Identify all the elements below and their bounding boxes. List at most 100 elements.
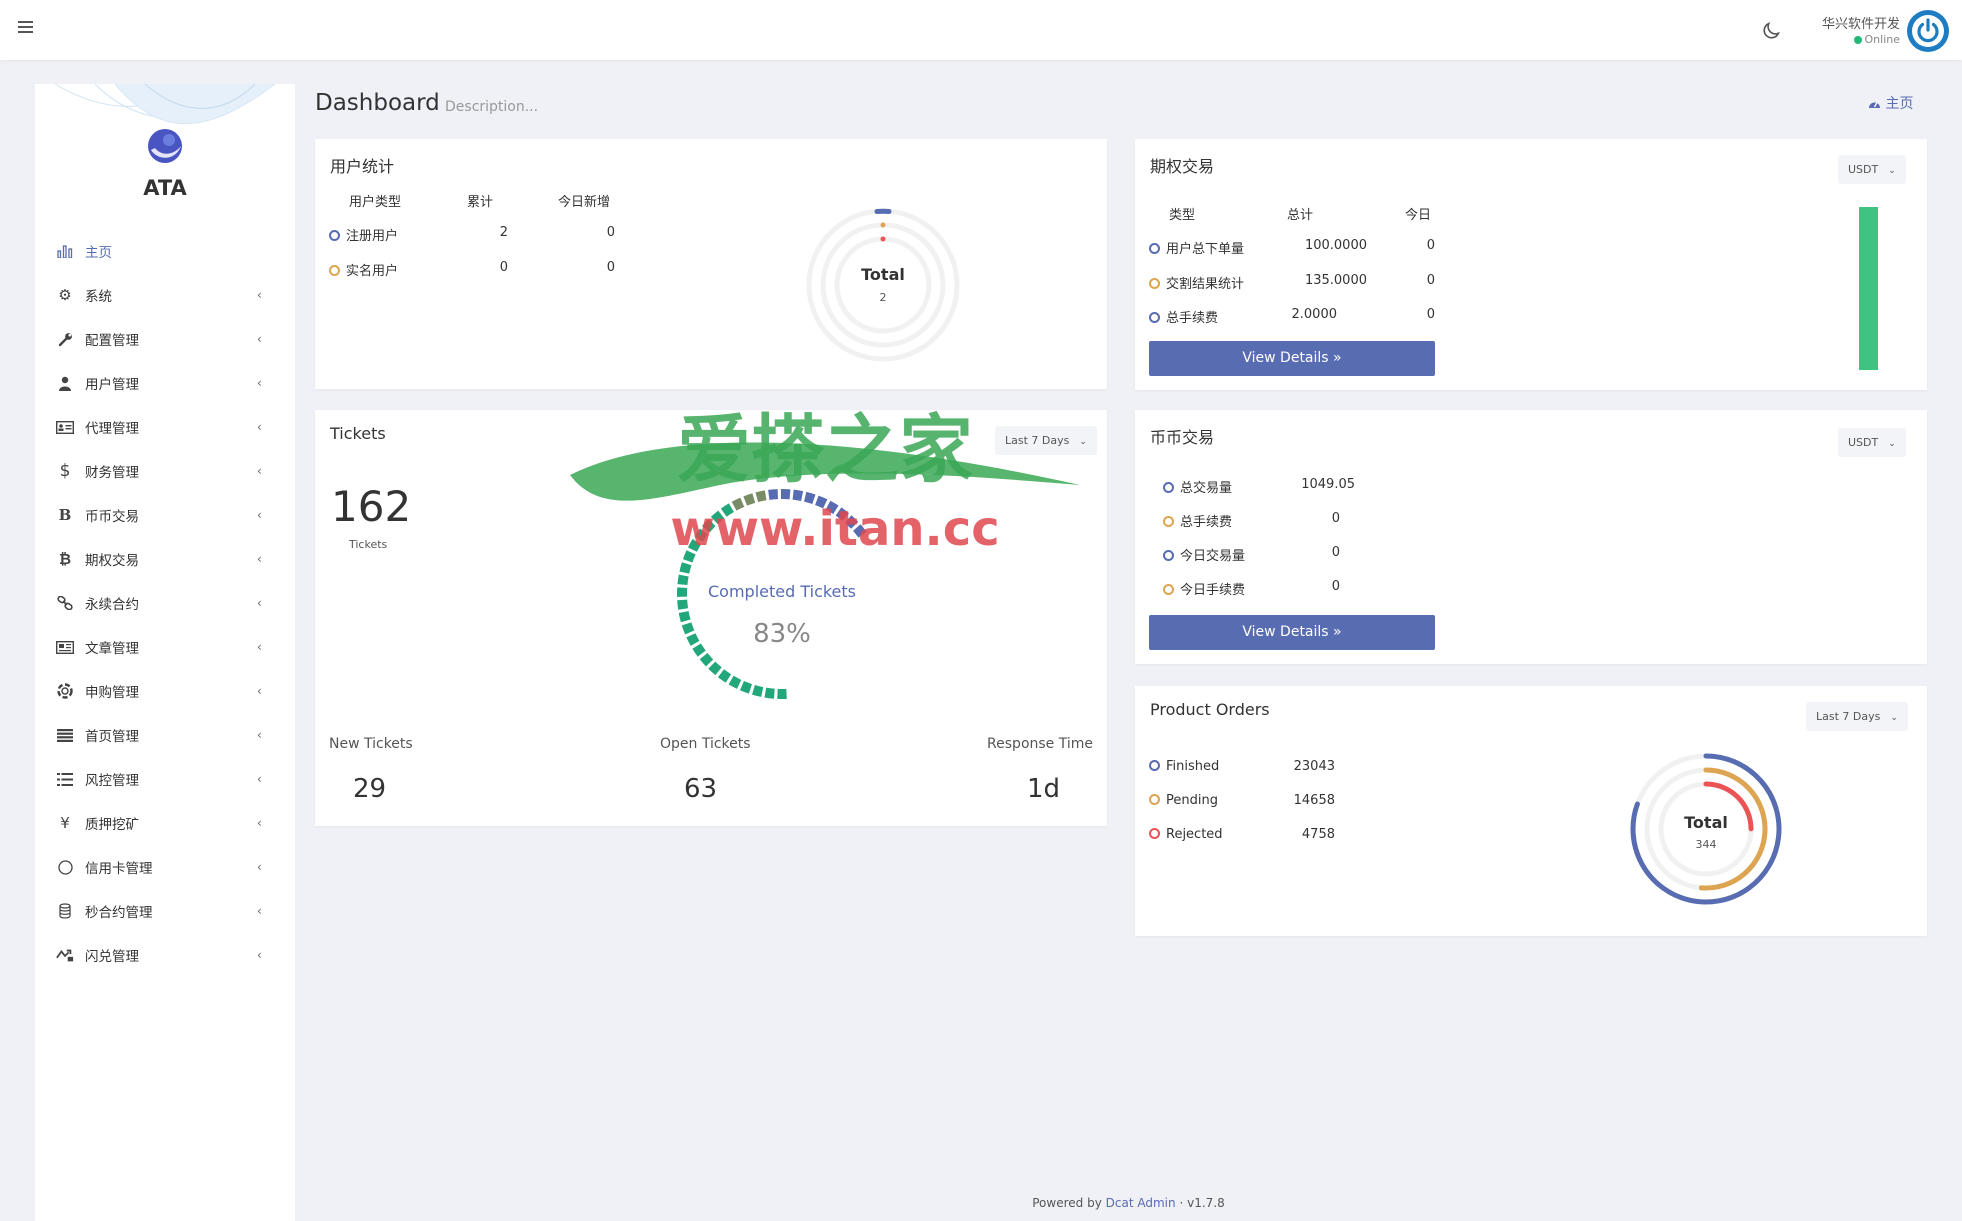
sidebar-item-coin-trading[interactable]: B 币币交易 ‹ — [35, 493, 295, 537]
column-header: 用户类型 — [349, 195, 402, 210]
gauge-segment — [682, 550, 696, 563]
dollar-icon: $ — [59, 461, 71, 481]
donut-label: Total — [1684, 813, 1728, 832]
sidebar-item-users[interactable]: 用户管理 ‹ — [35, 361, 295, 405]
row-type: 总交易量 — [1180, 481, 1233, 496]
footer-link[interactable]: Dcat Admin — [1106, 1196, 1176, 1210]
yen-icon: ¥ — [60, 814, 70, 832]
legend-ring-icon — [1149, 794, 1160, 805]
bar-chart-icon — [56, 242, 74, 260]
gauge-segment — [720, 503, 734, 517]
legend-ring-icon — [329, 230, 340, 241]
user-icon — [56, 374, 74, 392]
gauge-segment — [677, 599, 689, 610]
sidebar-item-system[interactable]: ⚙ 系统 ‹ — [35, 273, 295, 317]
row-type: 总手续费 — [1180, 515, 1233, 530]
sidebar-item-risk-control[interactable]: 风控管理 ‹ — [35, 757, 295, 801]
product-orders-card: Product Orders Last 7 Days ⌄ Finished 230… — [1135, 686, 1927, 936]
row-type: 实名用户 — [346, 264, 399, 279]
stat-label: Response Time — [987, 736, 1093, 752]
sidebar-item-agents[interactable]: 代理管理 ‹ — [35, 405, 295, 449]
legend-ring-icon — [329, 265, 340, 276]
gauge-segment — [731, 497, 745, 511]
period-select[interactable]: Last 7 Days ⌄ — [995, 426, 1097, 455]
sidebar-item-home[interactable]: 主页 — [35, 229, 295, 273]
sidebar-item-homepage[interactable]: 首页管理 ‹ — [35, 713, 295, 757]
legend-ring-icon — [1163, 550, 1174, 561]
sidebar-item-staking[interactable]: ¥ 质押挖矿 ‹ — [35, 801, 295, 845]
table-cell: 0 — [606, 260, 615, 275]
card-title: 币币交易 — [1150, 428, 1215, 447]
stat-label: New Tickets — [329, 736, 413, 752]
table-cell: 23043 — [1293, 759, 1335, 774]
currency-select-value: USDT — [1848, 436, 1879, 449]
currency-select[interactable]: USDT ⌄ — [1838, 155, 1906, 184]
sidebar-item-options-trading[interactable]: ₿ 期权交易 ‹ — [35, 537, 295, 581]
view-details-button[interactable]: View Details » — [1149, 615, 1435, 650]
user-stats-card: 用户统计 用户类型 累计 今日新增 注册用户 2 0 实名用户 0 0 Tota… — [315, 139, 1107, 389]
table-cell: 0 — [1331, 511, 1340, 526]
chevron-left-icon: ‹ — [257, 640, 262, 654]
user-status-text: Online — [1864, 33, 1900, 46]
legend-ring-icon — [1163, 482, 1174, 493]
chevron-down-icon: ⌄ — [1888, 166, 1896, 176]
chevron-left-icon: ‹ — [257, 420, 262, 434]
row-type: 注册用户 — [346, 229, 399, 244]
column-header: 总计 — [1287, 208, 1314, 223]
sidebar-item-config[interactable]: 配置管理 ‹ — [35, 317, 295, 361]
sidebar-item-label: 永续合约 — [85, 597, 139, 613]
table-row-label: 交割结果统计 — [1149, 273, 1244, 292]
sidebar-item-credit-card[interactable]: 信用卡管理 ‹ — [35, 845, 295, 889]
table-row-label: 实名用户 — [329, 260, 398, 279]
chevron-left-icon: ‹ — [257, 904, 262, 918]
gauge-segment — [792, 489, 804, 501]
sidebar-item-articles[interactable]: 文章管理 ‹ — [35, 625, 295, 669]
gear-icon: ⚙ — [58, 286, 72, 304]
footer-separator: · — [1179, 1196, 1184, 1210]
table-row-label: 今日手续费 — [1163, 579, 1245, 598]
table-row-label: Finished — [1149, 759, 1219, 774]
menu-toggle-icon[interactable] — [18, 18, 38, 38]
avatar[interactable] — [1907, 10, 1949, 52]
gauge-segment — [728, 675, 742, 689]
table-cell: 0 — [1426, 307, 1435, 322]
tickets-count: 162 — [331, 482, 412, 531]
sidebar-item-subscription[interactable]: 申购管理 ‹ — [35, 669, 295, 713]
sidebar-item-perpetual[interactable]: 永续合约 ‹ — [35, 581, 295, 625]
tickets-card: Tickets Last 7 Days ⌄ 162 Tickets Complet… — [315, 410, 1107, 826]
brand-logo[interactable] — [147, 128, 183, 164]
chevron-left-icon: ‹ — [257, 816, 262, 830]
sidebar-item-second-contract[interactable]: 秒合约管理 ‹ — [35, 889, 295, 933]
gauge-label: Completed Tickets — [707, 582, 857, 601]
row-label: Pending — [1166, 793, 1218, 808]
link-icon — [56, 594, 74, 612]
breadcrumb[interactable]: 主页 — [1868, 93, 1913, 113]
period-select[interactable]: Last 7 Days ⌄ — [1806, 702, 1908, 731]
view-details-button[interactable]: View Details » — [1149, 341, 1435, 376]
gauge-segment — [708, 661, 722, 676]
table-cell: 2 — [499, 225, 508, 240]
gauge-segment — [768, 489, 779, 500]
chevron-left-icon: ‹ — [257, 332, 262, 346]
card-title: Tickets — [330, 424, 386, 443]
user-name[interactable]: 华兴软件开发 — [1800, 13, 1900, 32]
chevron-left-icon: ‹ — [257, 552, 262, 566]
chevron-down-icon: ⌄ — [1079, 437, 1087, 447]
currency-select[interactable]: USDT ⌄ — [1838, 428, 1906, 457]
sidebar-item-flash-exchange[interactable]: 闪兑管理 ‹ — [35, 933, 295, 977]
stat-value: 1d — [1027, 774, 1061, 804]
sidebar-item-label: 风控管理 — [85, 773, 139, 789]
gauge-segment — [844, 515, 859, 529]
table-row-label: 注册用户 — [329, 225, 398, 244]
sidebar-wave-decoration — [54, 84, 276, 125]
breadcrumb-home[interactable]: 主页 — [1885, 96, 1913, 112]
page-title: Dashboard — [315, 90, 440, 116]
legend-ring-icon — [1149, 278, 1160, 289]
green-bar — [1859, 207, 1878, 370]
table-cell: 0 — [1331, 545, 1340, 560]
chevron-left-icon: ‹ — [257, 288, 262, 302]
sidebar-item-finance[interactable]: $ 财务管理 ‹ — [35, 449, 295, 493]
dark-mode-moon-icon[interactable] — [1760, 20, 1782, 42]
footer-version: v1.7.8 — [1187, 1196, 1225, 1210]
table-row-label: Pending — [1149, 793, 1218, 808]
